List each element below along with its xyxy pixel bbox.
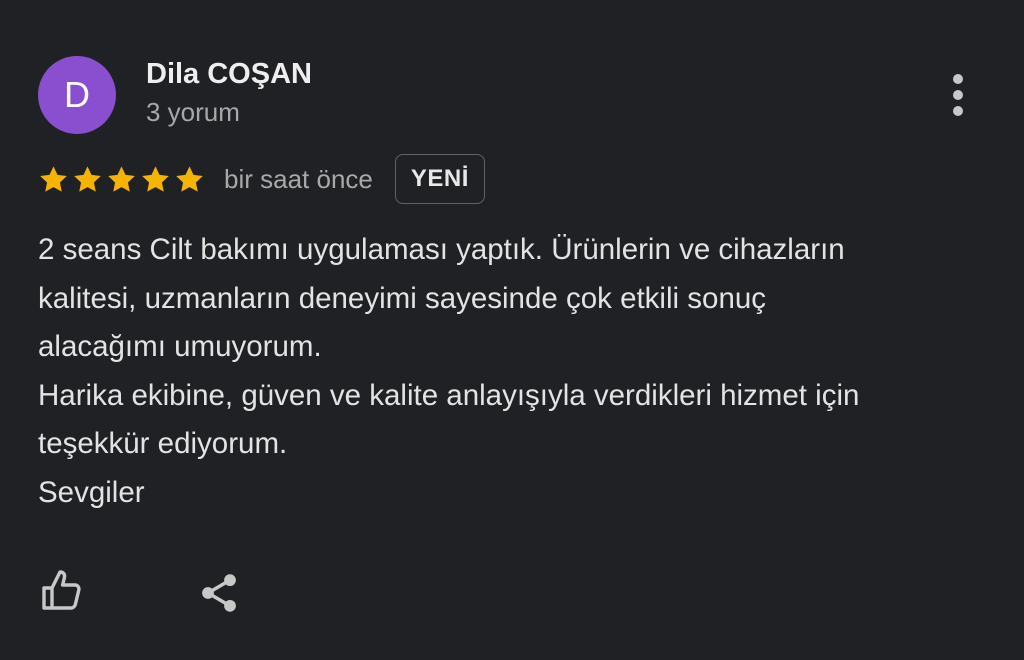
review-line: Harika ekibine, güven ve kalite anlayışı… xyxy=(38,378,860,412)
review-line: Sevgiler xyxy=(38,475,145,509)
review-line: 2 seans Cilt bakımı uygulaması yaptık. Ü… xyxy=(38,233,845,266)
star-icon xyxy=(108,165,135,192)
thumbs-up-icon xyxy=(42,570,81,610)
share-icon xyxy=(202,574,236,612)
review-line: teşekkür ediyorum. xyxy=(38,427,288,460)
more-vertical-icon xyxy=(953,74,963,84)
review-count: 3 yorum xyxy=(146,97,240,127)
star-icon xyxy=(176,165,203,192)
review-line: alacağımı umuyorum. xyxy=(38,330,322,363)
star-icon xyxy=(74,165,101,192)
review-text: 2 seans Cilt bakımı uygulaması yaptık. Ü… xyxy=(38,226,988,517)
avatar[interactable]: D xyxy=(38,56,116,134)
share-button[interactable] xyxy=(194,568,244,618)
rating-row: bir saat önce YENİ xyxy=(38,152,485,206)
more-options-button[interactable] xyxy=(938,70,978,120)
avatar-initial: D xyxy=(64,74,90,115)
review-line: kalitesi, uzmanların deneyimi sayesinde … xyxy=(38,281,767,315)
reviewer-name[interactable]: Dila COŞAN xyxy=(146,58,312,91)
star-icon xyxy=(142,165,169,192)
review-time: bir saat önce xyxy=(224,163,373,194)
like-button[interactable] xyxy=(38,566,88,616)
new-badge: YENİ xyxy=(394,154,485,204)
star-icon xyxy=(40,165,67,192)
star-rating xyxy=(38,164,205,195)
